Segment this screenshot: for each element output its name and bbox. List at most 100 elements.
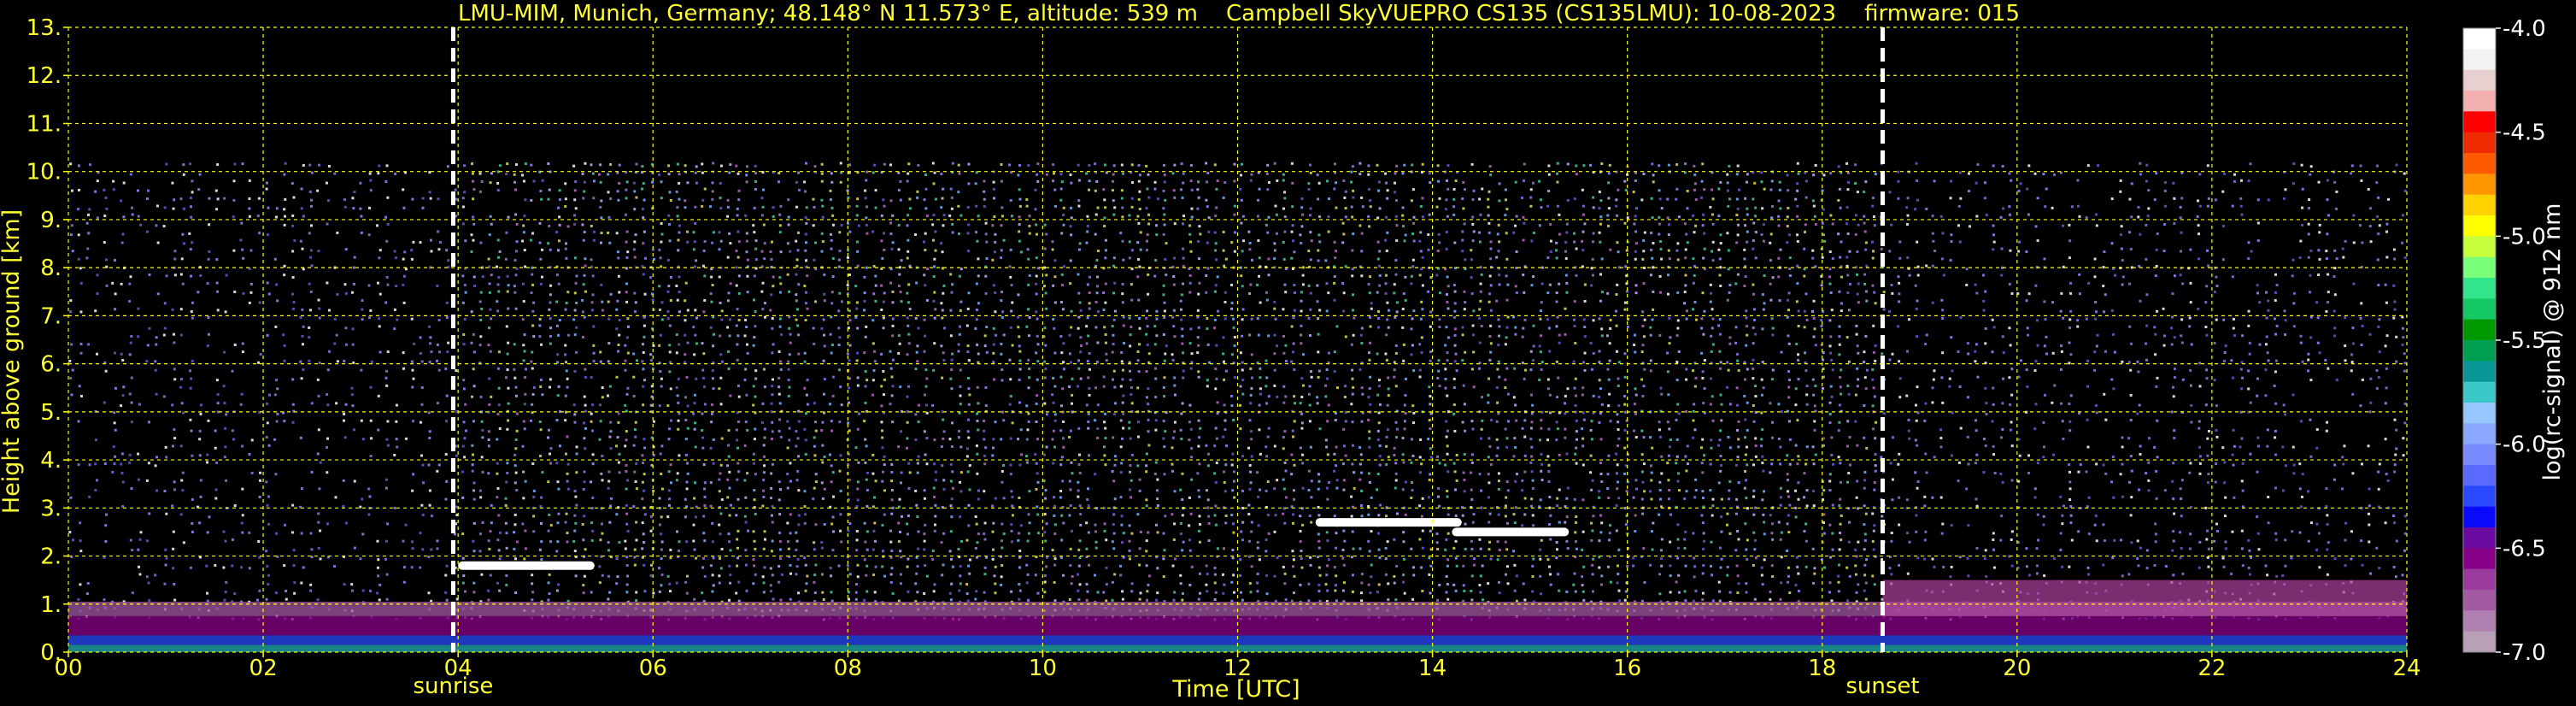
noise-dot (265, 187, 268, 191)
noise-dot (839, 529, 842, 532)
noise-dot (1370, 302, 1373, 305)
noise-dot (207, 315, 210, 319)
noise-dot (796, 308, 800, 311)
noise-dot (745, 393, 748, 397)
noise-dot (1009, 275, 1012, 279)
noise-dot (1310, 239, 1313, 243)
noise-dot (592, 238, 596, 242)
noise-dot (302, 325, 305, 328)
noise-dot (461, 581, 465, 585)
noise-dot (1077, 199, 1081, 203)
noise-dot (950, 291, 954, 294)
noise-dot (318, 316, 321, 320)
noise-dot (949, 530, 953, 533)
noise-dot (1420, 336, 1423, 339)
noise-dot (1360, 274, 1364, 278)
noise-dot (923, 489, 926, 492)
noise-dot (1026, 428, 1030, 432)
noise-dot (1068, 435, 1071, 438)
noise-dot (1421, 589, 1424, 592)
noise-dot (726, 478, 730, 481)
noise-dot (558, 239, 561, 243)
noise-dot (472, 453, 475, 456)
noise-dot (1059, 556, 1063, 559)
noise-dot (139, 531, 143, 534)
noise-dot (1230, 307, 1234, 310)
noise-dot (1087, 504, 1090, 508)
noise-dot (1284, 469, 1288, 473)
noise-dot (803, 505, 807, 509)
noise-dot (1418, 504, 1422, 508)
noise-dot (1034, 453, 1037, 456)
noise-dot (624, 403, 627, 407)
noise-dot (906, 395, 909, 398)
noise-dot (1394, 259, 1398, 262)
noise-dot (1418, 456, 1422, 459)
noise-dot (889, 580, 893, 584)
noise-dot (772, 206, 775, 209)
noise-dot (1223, 378, 1226, 381)
noise-dot (1147, 403, 1150, 406)
noise-dot (685, 487, 689, 491)
noise-dot (506, 274, 509, 278)
noise-dot (618, 471, 621, 474)
noise-dot (427, 411, 431, 415)
noise-dot (154, 464, 157, 468)
noise-dot (385, 369, 389, 373)
noise-dot (830, 351, 833, 355)
noise-dot (1028, 521, 1031, 525)
noise-dot (1112, 547, 1116, 550)
noise-dot (1446, 470, 1450, 474)
noise-dot (1214, 284, 1218, 287)
noise-dot (743, 515, 747, 518)
noise-dot (283, 264, 286, 268)
noise-dot (1213, 598, 1217, 602)
noise-dot (1410, 199, 1413, 203)
noise-dot (788, 290, 791, 293)
noise-dot (632, 444, 636, 447)
noise-dot (1130, 392, 1133, 396)
noise-dot (1324, 438, 1328, 442)
noise-dot (1265, 359, 1268, 362)
noise-dot (216, 393, 220, 397)
noise-dot (1445, 326, 1448, 329)
noise-dot (1188, 291, 1192, 294)
noise-dot (1045, 274, 1048, 277)
noise-dot (1053, 496, 1056, 499)
noise-dot (1307, 250, 1311, 253)
noise-dot (1233, 231, 1236, 234)
noise-dot (1206, 498, 1210, 502)
noise-dot (223, 197, 226, 200)
noise-dot (1153, 180, 1157, 184)
noise-dot (472, 179, 475, 183)
noise-dot (795, 430, 798, 433)
noise-dot (444, 574, 448, 577)
noise-dot (1317, 332, 1320, 336)
noise-dot (575, 301, 578, 304)
noise-dot (881, 256, 884, 260)
noise-dot (1028, 334, 1031, 338)
noise-dot (1290, 453, 1294, 456)
noise-dot (1335, 325, 1339, 328)
noise-dot (1104, 332, 1107, 336)
noise-dot (1411, 232, 1415, 236)
noise-dot (1189, 327, 1193, 331)
noise-dot (1028, 376, 1031, 379)
noise-dot (283, 208, 286, 211)
noise-dot (1259, 387, 1262, 391)
noise-dot (899, 179, 902, 183)
noise-dot (300, 532, 303, 535)
noise-dot (421, 206, 425, 209)
noise-dot (806, 403, 809, 406)
noise-dot (795, 531, 798, 534)
noise-dot (1273, 352, 1276, 356)
noise-dot (1308, 214, 1311, 217)
noise-dot (669, 481, 672, 485)
noise-dot (1069, 225, 1072, 228)
noise-dot (787, 394, 790, 397)
noise-dot (147, 462, 150, 465)
noise-dot (701, 264, 705, 268)
noise-dot (1052, 318, 1055, 321)
noise-dot (489, 574, 492, 577)
noise-dot (1079, 513, 1083, 516)
